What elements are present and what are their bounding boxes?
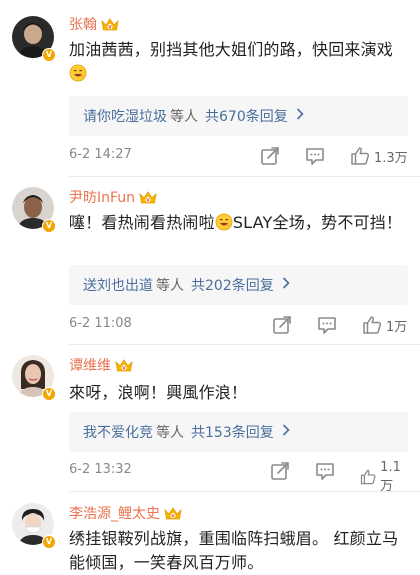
comment-text: 加油茜茜，别挡其他大姐们的路，快回来演戏 [69, 38, 404, 86]
like-button[interactable]: 1万 [361, 314, 407, 336]
comment-text: 绣挂银鞍列战旗，重围临阵扫蛾眉。 红颜立马能倾国，一笑春风百万师。 [69, 529, 399, 572]
reply-user[interactable]: 请你吃湿垃圾 [83, 106, 167, 126]
verified-badge-icon: V [42, 535, 56, 549]
divider [69, 176, 420, 177]
comment-icon[interactable] [314, 460, 336, 482]
reply-count[interactable]: 共153条回复 [191, 422, 274, 442]
username[interactable]: 张翰 [69, 14, 97, 34]
like-button[interactable]: 1.1万 [359, 460, 408, 494]
vip-crown-icon [100, 16, 120, 32]
divider [69, 344, 420, 345]
like-count: 1万 [386, 319, 408, 335]
timestamp: 6-2 13:32 [69, 462, 132, 477]
like-count: 1.1万 [380, 460, 401, 494]
timestamp: 6-2 11:08 [69, 316, 132, 331]
reply-preview[interactable]: 我不爱化竞 等人 共153条回复 [69, 412, 408, 452]
thumbs-up-icon [361, 314, 383, 336]
username[interactable]: 李浩源_鲤太史 [69, 503, 160, 523]
thumbs-up-icon [349, 145, 371, 167]
grin-emoji-icon [69, 64, 87, 82]
reply-etc: 等人 [170, 109, 198, 125]
comment-icon[interactable] [316, 314, 338, 336]
vip-crown-icon [138, 189, 158, 205]
comment-text: 噻！看热闹看热闹啦 SLAY全场，势不可挡！ [69, 213, 403, 232]
share-icon[interactable] [259, 145, 281, 167]
reply-user[interactable]: 我不爱化竞 [83, 422, 153, 442]
like-button[interactable]: 1.3万 [349, 145, 408, 167]
share-icon[interactable] [269, 460, 291, 482]
reply-count[interactable]: 共202条回复 [191, 275, 274, 295]
reply-count[interactable]: 共670条回复 [205, 106, 288, 126]
reply-etc: 等人 [156, 425, 184, 441]
comment-text: 來呀，浪啊！興風作浪！ [69, 383, 248, 402]
timestamp: 6-2 14:27 [69, 147, 132, 162]
reply-preview[interactable]: 请你吃湿垃圾 等人 共670条回复 [69, 96, 408, 136]
chevron-right-icon [296, 108, 304, 124]
chevron-right-icon [282, 424, 290, 440]
username[interactable]: 谭维维 [69, 355, 111, 375]
vip-crown-icon [163, 505, 183, 521]
chevron-right-icon [282, 277, 290, 293]
reply-etc: 等人 [156, 278, 184, 294]
verified-badge-icon: V [42, 387, 56, 401]
thumbs-up-icon [359, 466, 377, 488]
verified-badge-icon: V [42, 48, 56, 62]
grin-emoji-icon [215, 213, 233, 231]
reply-user[interactable]: 送刘也出道 [83, 275, 153, 295]
username[interactable]: 尹昉InFun [69, 187, 135, 207]
like-count: 1.3万 [374, 150, 408, 166]
comment-icon[interactable] [304, 145, 326, 167]
vip-crown-icon [114, 357, 134, 373]
divider [69, 491, 420, 492]
verified-badge-icon: V [42, 219, 56, 233]
reply-preview[interactable]: 送刘也出道 等人 共202条回复 [69, 265, 408, 305]
share-icon[interactable] [271, 314, 293, 336]
